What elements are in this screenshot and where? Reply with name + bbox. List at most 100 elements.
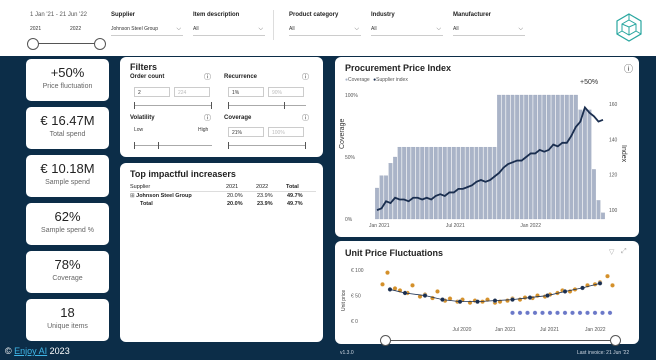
right-tick-label: 140 [609, 137, 618, 143]
footer-brand: © Enjoy AI 2023 [5, 346, 70, 356]
value-cell: 49.7% [287, 193, 303, 199]
chevron-down-icon: ⌵ [258, 26, 263, 32]
recurrence-slider-thumb[interactable] [284, 102, 285, 109]
ppi-chart[interactable]: 100% 50% 0% 160 140 120 100 Jan 2021 Jul 2021 Jan… [335, 57, 639, 237]
order-count-slider-thumb[interactable] [134, 102, 135, 109]
scatter-point [592, 310, 598, 316]
coverage-slider-thumb[interactable] [305, 142, 306, 149]
right-tick-label: 160 [609, 102, 618, 108]
year-to-value: 2022 [70, 26, 82, 32]
recurrence-min-input[interactable]: 1% [228, 87, 264, 97]
volatility-label: Volatility [130, 115, 155, 121]
info-icon[interactable]: ⓘ [204, 113, 211, 123]
table-row[interactable]: ⊞ Johnson Steel Group 20.0% 23.9% 49.7% [130, 192, 316, 201]
recurrence-slider-thumb[interactable] [228, 102, 229, 109]
info-icon[interactable]: ⓘ [302, 113, 309, 123]
order-count-max-input[interactable]: 224 [174, 87, 210, 97]
coverage-bar [461, 146, 465, 220]
coverage-slider-thumb[interactable] [228, 142, 229, 149]
info-icon[interactable]: ⓘ [302, 72, 309, 82]
supplier-cell: Johnson Steel Group [136, 193, 192, 199]
right-tick-label: 100 [609, 208, 618, 214]
upf-chart[interactable]: € 100 € 50 € 0 Jul 2020 Jan 2021 Jul 2021 Jan … [335, 241, 639, 344]
volatility-slider-thumb[interactable] [158, 142, 159, 149]
coverage-min-input[interactable]: 21% [228, 127, 264, 137]
coverage-bar [596, 200, 601, 220]
increasers-panel: Top impactful increasers Supplier 2021 2… [120, 163, 323, 342]
info-icon[interactable]: ⓘ [204, 72, 211, 82]
kpi-label: Total spend [49, 131, 86, 138]
manufacturer-dropdown[interactable]: All ⌵ [453, 24, 525, 36]
manufacturer-filter-label: Manufacturer [453, 12, 492, 18]
coverage-bar [406, 146, 411, 220]
left-tick-label: 0% [345, 217, 353, 223]
upf-range-end-handle[interactable] [610, 335, 621, 346]
coverage-bar [465, 146, 470, 220]
date-range-label: 1 Jan '21 - 21 Jun '22 [30, 12, 87, 18]
date-slider-track[interactable] [33, 43, 99, 44]
chevron-down-icon: ⌵ [436, 26, 441, 32]
coverage-bar [384, 175, 388, 220]
industry-dropdown[interactable]: All ⌵ [371, 24, 443, 36]
recurrence-max-input[interactable]: 90% [268, 87, 304, 97]
table-total-row: Total 20.0% 23.9% 49.7% [130, 200, 316, 208]
coverage-bar [537, 94, 542, 220]
table-header-cell[interactable]: Total [286, 183, 316, 192]
volatility-slider-thumb[interactable] [134, 142, 135, 149]
order-count-label: Order count [130, 74, 165, 80]
coverage-bar [564, 94, 569, 220]
upf-range-slider-track[interactable] [387, 340, 615, 341]
supplier-dropdown-value: Johnson Steel Group [111, 26, 158, 32]
coverage-bar [569, 94, 574, 220]
order-count-min-input[interactable]: 2 [134, 87, 170, 97]
date-slider-start-handle[interactable] [27, 38, 39, 50]
coverage-bar [574, 94, 578, 220]
kpi-label: Sample spend [45, 179, 90, 186]
item-filter-label: Item description [193, 12, 240, 18]
increasers-table: Supplier 2021 2022 Total ⊞ Johnson Steel… [130, 183, 316, 208]
coverage-bar [555, 94, 560, 220]
increasers-title: Top impactful increasers [130, 169, 236, 179]
kpi-total-spend: € 16.47M Total spend [26, 107, 109, 149]
volatility-low-label: Low [134, 127, 144, 133]
kpi-value: € 16.47M [40, 113, 95, 128]
kpi-unique-items: 18 Unique items [26, 299, 109, 341]
coverage-slider[interactable] [228, 145, 306, 146]
x-tick-label: Jan 2022 [585, 327, 606, 333]
recurrence-label: Recurrence [224, 74, 258, 80]
coverage-bar [470, 146, 474, 220]
recurrence-slider[interactable] [228, 105, 306, 106]
coverage-bar [551, 94, 556, 220]
order-count-slider-thumb[interactable] [211, 102, 212, 109]
item-dropdown[interactable]: All ⌵ [193, 24, 265, 36]
kpi-sample-spend-pct: 62% Sample spend % [26, 203, 109, 245]
filter-bar: 1 Jan '21 - 21 Jun '22 2021 2022 Supplie… [0, 0, 656, 56]
volatility-slider[interactable] [134, 145, 212, 146]
table-header-cell[interactable]: Supplier [130, 183, 226, 192]
table-header-cell[interactable]: 2021 [226, 183, 256, 192]
x-tick-label: Jul 2020 [453, 327, 472, 333]
left-tick-label: 50% [345, 155, 356, 161]
value-cell: 23.9% [257, 193, 273, 199]
scatter-point [605, 273, 610, 279]
coverage-bar [375, 187, 379, 220]
upf-range-start-handle[interactable] [380, 335, 391, 346]
date-slider-end-handle[interactable] [94, 38, 106, 50]
y-tick-label: € 0 [351, 319, 358, 325]
category-dropdown[interactable]: All ⌵ [289, 24, 361, 36]
supplier-dropdown[interactable]: Johnson Steel Group ⌵ [111, 24, 183, 36]
scatter-point [505, 298, 510, 303]
x-tick-label: Jan 2021 [369, 223, 390, 229]
coverage-bar [451, 146, 456, 220]
scatter-point [435, 289, 440, 294]
order-count-slider[interactable] [134, 105, 212, 106]
scatter-point [600, 310, 605, 316]
value-cell: 23.9% [257, 201, 273, 207]
coverage-max-input[interactable]: 100% [268, 127, 304, 137]
brand-link[interactable]: Enjoy AI [14, 346, 47, 356]
coverage-bar [402, 146, 406, 220]
table-header-cell[interactable]: 2022 [256, 183, 286, 192]
kpi-label: Sample spend % [41, 227, 94, 234]
ppi-chart-card: Procurement Price Index ⓘ ●Coverage ●Sup… [335, 57, 639, 237]
scatter-point [385, 270, 390, 275]
